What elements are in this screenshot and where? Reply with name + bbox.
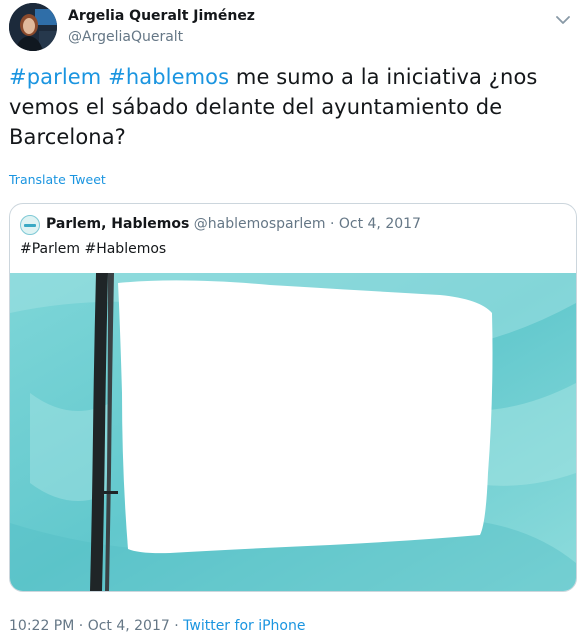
tweet-footer: 10:22 PM · Oct 4, 2017 · Twitter for iPh… bbox=[9, 618, 305, 634]
quoted-tweet-card[interactable]: Parlem, Hablemos @hablemosparlem · Oct 4… bbox=[9, 203, 577, 592]
tweet-menu-button[interactable] bbox=[556, 10, 570, 24]
quoted-tweet-image[interactable] bbox=[10, 273, 576, 591]
tweet-time[interactable]: 10:22 PM bbox=[9, 618, 74, 634]
hashtag-link[interactable]: #hablemos bbox=[108, 65, 229, 89]
quoted-author-handle: @hablemosparlem bbox=[193, 216, 326, 232]
quoted-tweet-text: #Parlem #Hablemos bbox=[20, 241, 167, 257]
separator: · bbox=[329, 216, 335, 232]
quoted-tweet-date: Oct 4, 2017 bbox=[338, 216, 421, 232]
chevron-down-icon bbox=[556, 16, 570, 24]
quoted-author-name: Parlem, Hablemos bbox=[46, 216, 190, 232]
author-avatar[interactable] bbox=[9, 3, 57, 51]
author-name[interactable]: Argelia Queralt Jiménez bbox=[68, 8, 255, 25]
author-photo bbox=[9, 3, 57, 51]
quoted-tweet-header: Parlem, Hablemos @hablemosparlem · Oct 4… bbox=[46, 216, 421, 232]
author-handle[interactable]: @ArgeliaQueralt bbox=[68, 28, 255, 46]
tweet-source-link[interactable]: Twitter for iPhone bbox=[183, 618, 305, 634]
quoted-author-avatar bbox=[20, 215, 40, 235]
translate-tweet-link[interactable]: Translate Tweet bbox=[9, 172, 106, 187]
author-info: Argelia Queralt Jiménez @ArgeliaQueralt bbox=[68, 8, 255, 46]
separator: · bbox=[78, 618, 84, 634]
tweet-text: #parlem #hablemos me sumo a la iniciativ… bbox=[9, 62, 549, 152]
white-flag-illustration bbox=[10, 273, 576, 591]
hashtag-link[interactable]: #parlem bbox=[9, 65, 101, 89]
separator: · bbox=[174, 618, 179, 634]
tweet-date[interactable]: Oct 4, 2017 bbox=[88, 618, 170, 634]
